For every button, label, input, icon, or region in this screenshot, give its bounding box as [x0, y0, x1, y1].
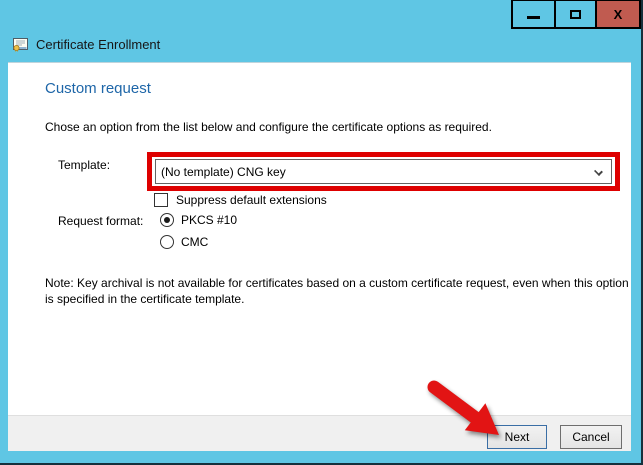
suppress-extensions-checkbox[interactable]	[154, 193, 168, 207]
next-button[interactable]: Next	[487, 425, 547, 449]
template-dropdown[interactable]: (No template) CNG key	[155, 159, 612, 184]
template-label: Template:	[58, 158, 110, 172]
cancel-button[interactable]: Cancel	[560, 425, 622, 449]
titlebar: Certificate Enrollment	[12, 36, 160, 53]
maximize-button[interactable]	[554, 1, 595, 27]
minimize-icon	[527, 16, 540, 19]
maximize-icon	[570, 10, 581, 19]
close-button[interactable]: X	[595, 1, 639, 27]
note-text: Note: Key archival is not available for …	[45, 275, 629, 307]
chevron-down-icon	[594, 167, 603, 176]
cmc-radio-label: CMC	[181, 235, 208, 249]
certificate-icon	[12, 36, 29, 53]
page-description: Chose an option from the list below and …	[45, 120, 492, 134]
dialog-panel: Custom request Chose an option from the …	[8, 62, 631, 451]
window-title: Certificate Enrollment	[36, 37, 160, 52]
radio-row-pkcs10: PKCS #10	[160, 213, 237, 227]
certificate-enrollment-window: X Certificate Enrollment Custom request …	[0, 0, 643, 465]
page-title: Custom request	[45, 80, 151, 97]
dialog-footer: Next Cancel	[8, 415, 631, 451]
minimize-button[interactable]	[513, 1, 554, 27]
suppress-extensions-label: Suppress default extensions	[176, 193, 327, 207]
pkcs10-radio-label: PKCS #10	[181, 213, 237, 227]
cmc-radio[interactable]	[160, 235, 174, 249]
radio-row-cmc: CMC	[160, 235, 208, 249]
request-format-label: Request format:	[58, 214, 143, 228]
suppress-extensions-row: Suppress default extensions	[154, 193, 327, 207]
pkcs10-radio[interactable]	[160, 213, 174, 227]
template-dropdown-value: (No template) CNG key	[161, 165, 286, 179]
window-controls: X	[511, 0, 641, 29]
close-icon: X	[614, 7, 623, 22]
